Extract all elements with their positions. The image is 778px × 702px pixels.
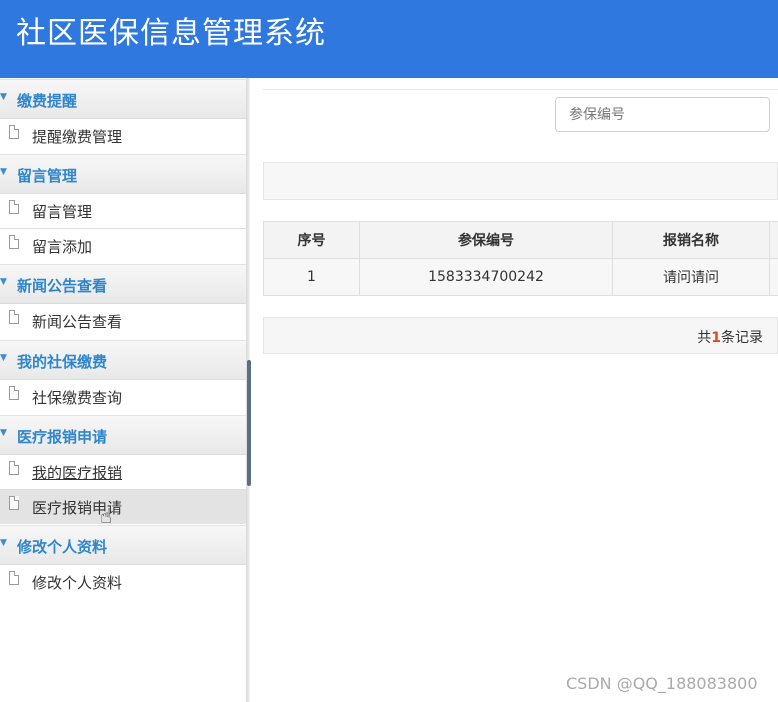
sidebar-item-label: 新闻公告查看	[32, 313, 123, 331]
app-title: 社区医保信息管理系统	[16, 16, 326, 51]
sidebar-item-my-reimbursement[interactable]: 我的医疗报销	[0, 454, 246, 489]
sidebar-item-payment-query[interactable]: 社保缴费查询	[0, 379, 246, 414]
record-count-suffix: 条记录	[721, 330, 763, 346]
page-icon	[9, 200, 19, 214]
sidebar-item-payment-reminder-management[interactable]: 提醒缴费管理	[0, 118, 246, 153]
pagination-bar: 共1条记录	[263, 317, 778, 354]
cell-reimbursement-name: 请问请问	[612, 258, 770, 296]
page-icon	[9, 461, 19, 475]
sidebar-item-reimbursement-apply[interactable]: 医疗报销申请	[0, 489, 246, 524]
cell-insurance-number: 1583334700242	[359, 258, 613, 296]
sidebar-item-message-management[interactable]: 留言管理	[0, 193, 246, 228]
cell-overflow	[769, 258, 778, 296]
sidebar-item-label: 留言添加	[32, 238, 93, 256]
caret-down-icon: ▼	[0, 277, 7, 287]
sidebar-item-label: 修改个人资料	[32, 574, 123, 592]
sidebar-group-payment-reminder[interactable]: ▼ 缴费提醒	[0, 79, 246, 119]
caret-down-icon: ▼	[0, 92, 7, 102]
column-header-reimbursement-name: 报销名称	[612, 221, 770, 259]
sidebar-item-edit-profile[interactable]: 修改个人资料	[0, 564, 246, 599]
page-icon	[9, 496, 19, 510]
sidebar-group-label: 修改个人资料	[17, 538, 108, 556]
page-icon	[9, 386, 19, 400]
sidebar-group-social-insurance[interactable]: ▼ 我的社保缴费	[0, 340, 246, 380]
page-icon	[9, 571, 19, 585]
record-count-prefix: 共	[697, 330, 712, 346]
page-icon	[9, 125, 19, 139]
app-header: 社区医保信息管理系统	[0, 0, 778, 78]
caret-down-icon: ▼	[0, 538, 7, 548]
content-divider	[263, 89, 778, 90]
sidebar-group-label: 医疗报销申请	[17, 428, 108, 446]
sidebar-item-view-news[interactable]: 新闻公告查看	[0, 303, 246, 338]
sidebar-item-label: 留言管理	[32, 203, 93, 221]
page-icon	[9, 235, 19, 249]
toolbar-bar	[263, 162, 778, 200]
sidebar-item-label: 社保缴费查询	[32, 389, 123, 407]
hand-cursor-icon: ☝	[100, 504, 113, 528]
column-header-overflow	[769, 221, 778, 259]
watermark: CSDN @QQ_188083800	[566, 674, 758, 693]
sidebar-group-reimbursement[interactable]: ▼ 医疗报销申请	[0, 415, 246, 455]
reimbursement-table: 序号 参保编号 报销名称 1 1583334700242 请问请问	[263, 221, 778, 296]
table-header-row: 序号 参保编号 报销名称	[263, 221, 778, 259]
record-count-value: 1	[711, 330, 721, 346]
sidebar-group-label: 留言管理	[17, 167, 78, 185]
caret-down-icon: ▼	[0, 353, 7, 363]
sidebar-group-label: 新闻公告查看	[17, 277, 108, 295]
sidebar-scrollbar[interactable]	[247, 360, 251, 486]
insurance-number-search-input[interactable]	[555, 97, 770, 132]
record-count-summary: 共1条记录	[697, 327, 763, 347]
sidebar-group-profile[interactable]: ▼ 修改个人资料	[0, 525, 246, 565]
sidebar-item-add-message[interactable]: 留言添加	[0, 228, 246, 263]
cell-index: 1	[263, 258, 360, 296]
sidebar-group-label: 缴费提醒	[17, 92, 78, 110]
page-icon	[9, 310, 19, 324]
column-header-insurance-number: 参保编号	[359, 221, 613, 259]
sidebar-group-news[interactable]: ▼ 新闻公告查看	[0, 264, 246, 304]
caret-down-icon: ▼	[0, 167, 7, 177]
sidebar-item-label: 我的医疗报销	[32, 464, 123, 482]
column-header-index: 序号	[263, 221, 360, 259]
sidebar-group-messages[interactable]: ▼ 留言管理	[0, 154, 246, 194]
sidebar-group-label: 我的社保缴费	[17, 353, 108, 371]
caret-down-icon: ▼	[0, 428, 7, 438]
table-row[interactable]: 1 1583334700242 请问请问	[263, 258, 778, 296]
sidebar-item-label: 提醒缴费管理	[32, 128, 123, 146]
